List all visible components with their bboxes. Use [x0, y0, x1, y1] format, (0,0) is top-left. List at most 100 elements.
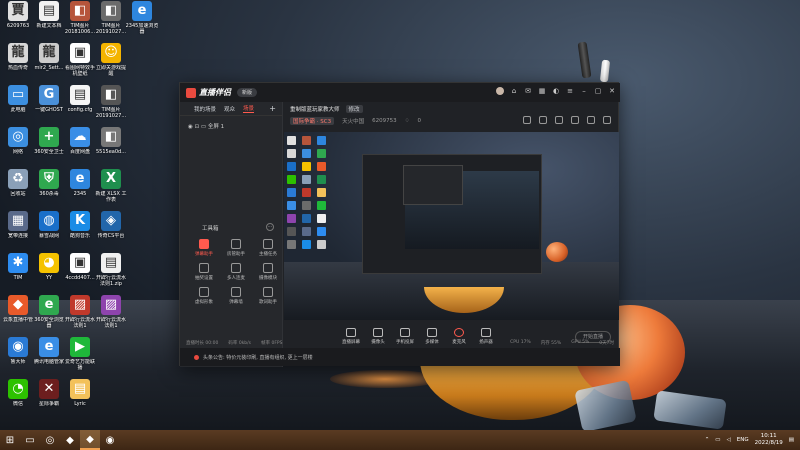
desktop-icon[interactable]: ▤ 开辟行云流水法则1.zip	[94, 253, 128, 287]
desktop-icon[interactable]: K 酷狗音乐	[63, 211, 97, 245]
desktop-icon[interactable]: ▣ 4ccdd407...	[63, 253, 97, 287]
share-icon[interactable]	[603, 116, 611, 124]
tab-my-scenes[interactable]: 我的场景	[194, 105, 216, 113]
more-icon[interactable]: ⋯	[266, 223, 274, 231]
version-badge[interactable]: 新版	[237, 88, 258, 97]
desktop-icon[interactable]: ◉ 鲁大师	[1, 337, 35, 371]
desktop-icon[interactable]: ▨ 开辟行云流水法则1	[63, 295, 97, 329]
desktop-icon[interactable]: e 2345加速浏览器	[125, 1, 159, 35]
lock-icon[interactable]: ⊡	[195, 124, 200, 130]
desktop-icon[interactable]: ◔ 微信	[1, 379, 35, 413]
desktop-icon[interactable]: 龍热血传奇	[1, 43, 35, 77]
desktop-icon-label: 新建文本档	[36, 23, 62, 29]
chat-icon[interactable]	[539, 116, 547, 124]
desktop-icon[interactable]: ▤ config.cfg	[63, 85, 97, 119]
tool-item[interactable]: 抽奖设置	[188, 263, 220, 281]
desktop-icon[interactable]: ▣ 看图网特效手机壁纸nnssie...	[63, 43, 97, 77]
desktop-icon[interactable]: ◧ TIM图片20181006...	[63, 1, 97, 35]
desktop-icon[interactable]: ♻ 回收站	[1, 169, 35, 203]
phone-cast-icon	[400, 327, 410, 337]
desktop-icon[interactable]: ☺ 立即关游戏提醒	[94, 43, 128, 77]
desktop-icon[interactable]: ◍ 暴雪战网	[32, 211, 66, 245]
desktop-icon[interactable]: ▤ Lyric	[63, 379, 97, 413]
desktop-icon[interactable]: ◎ 网络	[1, 127, 35, 161]
category-tag[interactable]: 国际争霸 · SC3	[290, 117, 335, 125]
desktop-icon[interactable]: ◆ 云象直播中管	[1, 295, 35, 329]
tool-item[interactable]: 主播任务	[252, 239, 284, 257]
desktop-icon[interactable]: ▶ 爱奇艺万能联播	[63, 337, 97, 371]
skin-icon[interactable]: ◐	[552, 87, 560, 95]
preview-icon	[302, 201, 311, 210]
tab-scene[interactable]: 场景	[243, 104, 255, 113]
taskbar-app-button[interactable]: ▭	[20, 430, 40, 450]
desktop-icon-label: 2345	[73, 191, 87, 197]
add-scene-icon[interactable]: +	[269, 104, 276, 113]
notice-bar[interactable]: 头条公告: 特价元装印刷, 直播有组织, 更上一层楼	[180, 348, 620, 366]
bell-icon[interactable]	[587, 116, 595, 124]
preview-icon	[317, 214, 326, 223]
desktop-icon[interactable]: ✕ 星际争霸	[32, 379, 66, 413]
taskbar-app-button[interactable]: ◆	[60, 430, 80, 450]
ime-indicator[interactable]: ENG	[737, 437, 749, 443]
desktop-icon[interactable]: +360安全卫士	[32, 127, 66, 161]
tool-item[interactable]: 多人连麦	[220, 263, 252, 281]
message-icon[interactable]: ✉	[524, 87, 532, 95]
preview-icon	[287, 240, 296, 249]
eye-icon[interactable]: ◉	[188, 124, 193, 130]
chevron-up-icon[interactable]: ⌃	[705, 437, 710, 443]
settings-icon[interactable]	[555, 116, 563, 124]
edit-title-button[interactable]: 修改	[345, 105, 363, 113]
notice-icon	[194, 354, 199, 360]
tool-item[interactable]: 歌词助手	[252, 287, 284, 305]
gift-box-icon[interactable]	[523, 116, 531, 124]
desktop-icon[interactable]: 龍 mir2_Sett...	[32, 43, 66, 77]
desktop-icon[interactable]: ✱ TIM	[1, 253, 35, 287]
taskbar-app-button[interactable]: ◉	[100, 430, 120, 450]
preview-nested-window	[362, 154, 542, 274]
scene-label: 全屏 1	[207, 124, 225, 130]
desktop-icon[interactable]: e 2345	[63, 169, 97, 203]
tool-item[interactable]: 弹幕墙	[220, 287, 252, 305]
menu-icon[interactable]: ≡	[566, 87, 574, 95]
close-icon[interactable]: ✕	[608, 87, 616, 95]
taskbar-app-button[interactable]: ◎	[40, 430, 60, 450]
tool-item[interactable]: 房管助手	[220, 239, 252, 257]
volume-icon[interactable]: ◁	[727, 437, 731, 443]
stream-preview[interactable]	[284, 132, 619, 320]
desktop-icon[interactable]: ▤ 新建文本档	[32, 1, 66, 35]
desktop-icon[interactable]: ▦ 宽带连接	[1, 211, 35, 245]
desktop-icon[interactable]: 賈 6209763	[1, 1, 35, 35]
gift-icon[interactable]: ⌂	[510, 87, 518, 95]
scene-item[interactable]: ◉ ⊡ ▭ 全屏 1	[180, 116, 282, 136]
desktop-icon[interactable]: ◈ 传奇CS平台	[94, 211, 128, 245]
minimize-icon[interactable]: –	[580, 87, 588, 95]
tab-audience[interactable]: 观众	[224, 105, 235, 113]
tool-item[interactable]: 摄像模块	[252, 263, 284, 281]
desktop-icon[interactable]: ▨ 开辟行云流水法则1	[94, 295, 128, 329]
start-button[interactable]: ⊞	[0, 430, 20, 450]
desktop-icon[interactable]: ☁ 百度网盘	[63, 127, 97, 161]
taskbar-app-button[interactable]: ◆	[80, 430, 100, 450]
tool-item[interactable]: 弹幕助手	[188, 239, 220, 257]
desktop-icon[interactable]: ◧ 5515ea0d...	[94, 127, 128, 161]
desktop-icon[interactable]: G 一键GHOST	[32, 85, 66, 119]
desktop-icon[interactable]: ◧ TIM图片20191027...	[94, 1, 128, 35]
notification-icon[interactable]: ▤	[789, 437, 794, 443]
desktop-icon[interactable]: ◕ YY	[32, 253, 66, 287]
desktop-icon-label: TIM图片20191027...	[95, 107, 127, 119]
tool-item[interactable]: 虚拟形象	[188, 287, 220, 305]
desktop-icon[interactable]: ⛨ 360杀毒	[32, 169, 66, 203]
speaker-icon	[481, 327, 491, 337]
desktop-icon[interactable]: ▭ 此电脑	[1, 85, 35, 119]
network-icon[interactable]: ▭	[715, 437, 720, 443]
preview-icon	[317, 201, 326, 210]
grid-icon[interactable]: ▦	[538, 87, 546, 95]
desktop-icon[interactable]: X 新建 XLSX 工作表	[94, 169, 128, 203]
desktop-icon[interactable]: e 360安全浏览器	[32, 295, 66, 329]
desktop-icon[interactable]: ◧ TIM图片20191027...	[94, 85, 128, 119]
maximize-icon[interactable]: ▢	[594, 87, 602, 95]
desktop-icon[interactable]: e 腾讯电脑管家	[32, 337, 66, 371]
record-icon[interactable]	[571, 116, 579, 124]
avatar[interactable]	[496, 87, 504, 95]
clock[interactable]: 10:11 2022/8/19	[755, 433, 783, 447]
